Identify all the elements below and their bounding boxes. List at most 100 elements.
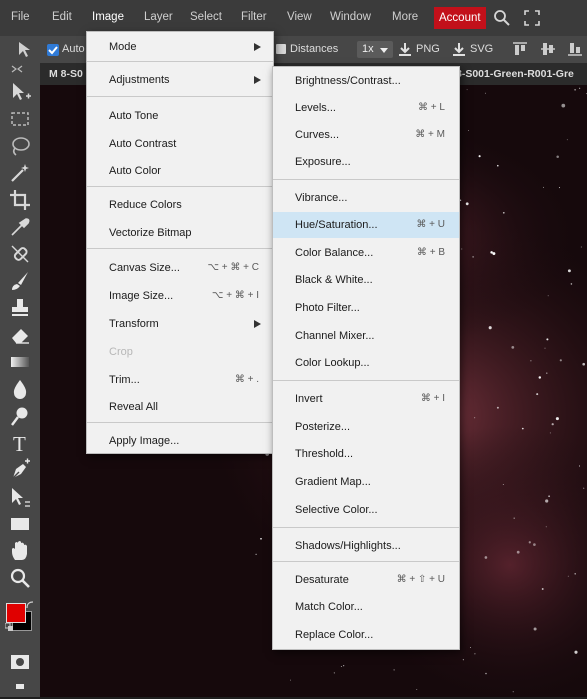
quick-mask-icon[interactable] (8, 650, 32, 674)
collapse-toolbar-icon[interactable] (8, 64, 32, 74)
menu-file[interactable]: File (11, 11, 30, 23)
distances-checkbox[interactable] (276, 44, 286, 54)
zoom-tool-icon[interactable] (8, 566, 32, 590)
adjustments-item-gradient-map[interactable]: Gradient Map... (273, 469, 459, 495)
hand-tool-icon[interactable] (8, 539, 32, 563)
move-tool-icon[interactable] (8, 80, 32, 104)
align-bottom-icon[interactable] (567, 41, 583, 57)
menu-image[interactable]: Image (92, 11, 124, 23)
adjustments-item-vibrance[interactable]: Vibrance... (273, 185, 459, 211)
image-menu-item-trim[interactable]: Trim... ⌘ + . (87, 367, 273, 393)
adjustments-item-invert[interactable]: Invert ⌘ + I (273, 386, 459, 412)
menu-item-label: Selective Color... (295, 504, 378, 516)
auto-select-checkbox[interactable] (47, 44, 59, 56)
image-menu-item-reduce-colors[interactable]: Reduce Colors (87, 192, 273, 218)
menu-select[interactable]: Select (190, 11, 222, 23)
adjustments-item-threshold[interactable]: Threshold... (273, 441, 459, 467)
zoom-dropdown[interactable]: 1x (357, 41, 393, 58)
rectangle-tool-icon[interactable] (8, 512, 32, 536)
adjustments-item-photo-filter[interactable]: Photo Filter... (273, 295, 459, 321)
menu-item-label: Exposure... (295, 156, 351, 168)
brush-tool-icon[interactable] (8, 269, 32, 293)
image-menu-item-canvas-size[interactable]: Canvas Size... ⌥ + ⌘ + C (87, 255, 273, 281)
image-menu-item-image-size[interactable]: Image Size... ⌥ + ⌘ + I (87, 283, 273, 309)
swap-colors-icon[interactable] (26, 601, 34, 609)
export-png-button[interactable]: PNG (396, 40, 442, 59)
path-select-tool-icon[interactable] (8, 485, 32, 509)
healing-brush-tool-icon[interactable] (8, 242, 32, 266)
eraser-tool-icon[interactable] (8, 323, 32, 347)
default-colors-icon[interactable] (5, 623, 13, 631)
star (474, 653, 476, 655)
menu-more[interactable]: More (392, 11, 418, 23)
image-menu-item-auto-color[interactable]: Auto Color (87, 158, 273, 184)
export-svg-button[interactable]: SVG (450, 40, 496, 59)
marquee-tool-icon[interactable] (8, 107, 32, 131)
screen-mode-icon[interactable] (8, 675, 32, 699)
star (465, 202, 469, 206)
adjustments-item-exposure[interactable]: Exposure... (273, 149, 459, 175)
shortcut-label: ⌥ + ⌘ + I (211, 290, 259, 301)
image-menu-item-auto-contrast[interactable]: Auto Contrast (87, 131, 273, 157)
adjustments-item-match-color[interactable]: Match Color... (273, 594, 459, 620)
menu-edit[interactable]: Edit (52, 11, 72, 23)
account-button[interactable]: Account (434, 7, 486, 29)
crop-tool-icon[interactable] (8, 188, 32, 212)
star (469, 646, 471, 648)
blur-tool-icon[interactable] (8, 377, 32, 401)
adjustments-item-desaturate[interactable]: Desaturate ⌘ + ⇧ + U (273, 567, 459, 593)
menu-window[interactable]: Window (330, 11, 371, 23)
adjustments-item-shadows-highlights[interactable]: Shadows/Highlights... (273, 533, 459, 559)
star (574, 650, 578, 654)
foreground-color-swatch[interactable] (6, 603, 26, 623)
menu-item-label: Transform (109, 318, 159, 330)
type-tool-icon[interactable]: T (8, 431, 32, 455)
star (583, 487, 585, 489)
align-top-icon[interactable] (512, 41, 528, 57)
image-menu-item-reveal-all[interactable]: Reveal All (87, 394, 273, 420)
clone-stamp-tool-icon[interactable] (8, 296, 32, 320)
document-title-right: 8-S001-Green-R001-Gre (456, 68, 574, 80)
pen-tool-icon[interactable] (8, 458, 32, 482)
star (546, 338, 549, 341)
menu-item-label: Posterize... (295, 421, 351, 433)
image-menu-item-vectorize-bitmap[interactable]: Vectorize Bitmap (87, 220, 273, 246)
dodge-tool-icon[interactable] (8, 404, 32, 428)
menu-item-label: Hue/Saturation... (295, 219, 378, 231)
search-icon[interactable] (493, 9, 511, 27)
menu-view[interactable]: View (287, 11, 312, 23)
image-menu-item-apply-image[interactable]: Apply Image... (87, 428, 273, 454)
eyedropper-tool-icon[interactable] (8, 215, 32, 239)
shortcut-label: ⌥ + ⌘ + C (207, 262, 259, 273)
align-middle-icon[interactable] (540, 41, 556, 57)
image-menu-item-adjustments[interactable]: Adjustments (87, 67, 273, 93)
gradient-tool-icon[interactable] (8, 350, 32, 374)
fullscreen-icon[interactable] (523, 9, 541, 27)
adjustments-item-channel-mixer[interactable]: Channel Mixer... (273, 323, 459, 349)
adjustments-item-selective-color[interactable]: Selective Color... (273, 497, 459, 523)
adjustments-item-levels[interactable]: Levels... ⌘ + L (273, 95, 459, 121)
menu-separator (273, 380, 459, 381)
star (343, 665, 345, 667)
star (582, 362, 586, 366)
magic-wand-tool-icon[interactable] (8, 161, 32, 185)
download-icon (399, 43, 411, 56)
submenu-arrow-icon (254, 76, 261, 84)
adjustments-item-hue-saturation[interactable]: Hue/Saturation... ⌘ + U (273, 212, 459, 238)
menu-layer[interactable]: Layer (144, 11, 173, 23)
adjustments-item-black-white[interactable]: Black & White... (273, 267, 459, 293)
star (516, 550, 520, 554)
lasso-tool-icon[interactable] (8, 134, 32, 158)
adjustments-item-color-balance[interactable]: Color Balance... ⌘ + B (273, 240, 459, 266)
adjustments-item-curves[interactable]: Curves... ⌘ + M (273, 122, 459, 148)
star (567, 269, 571, 273)
image-menu-item-mode[interactable]: Mode (87, 34, 273, 60)
adjustments-item-brightness-contrast[interactable]: Brightness/Contrast... (273, 68, 459, 94)
menu-filter[interactable]: Filter (241, 11, 267, 23)
image-menu-item-transform[interactable]: Transform (87, 311, 273, 337)
image-menu-item-auto-tone[interactable]: Auto Tone (87, 103, 273, 129)
adjustments-item-replace-color[interactable]: Replace Color... (273, 622, 459, 648)
adjustments-item-posterize[interactable]: Posterize... (273, 414, 459, 440)
adjustments-item-color-lookup[interactable]: Color Lookup... (273, 350, 459, 376)
tools-panel: T (0, 63, 40, 697)
